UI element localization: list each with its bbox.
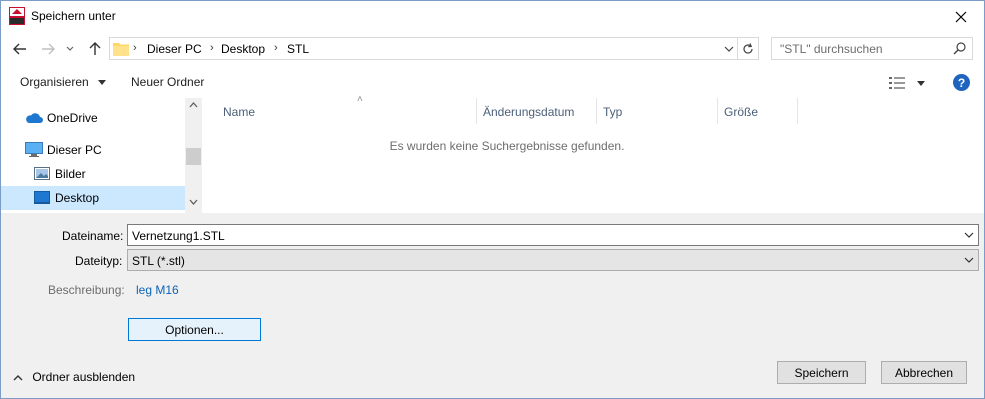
organize-label: Organisieren <box>20 75 89 89</box>
close-button[interactable] <box>938 1 984 32</box>
chevron-up-icon <box>13 375 23 381</box>
chevron-down-icon <box>66 46 74 51</box>
search-icon[interactable] <box>953 42 966 55</box>
hide-folders-label: Ordner ausblenden <box>32 370 136 384</box>
details-view-icon <box>889 77 905 89</box>
scroll-up-icon[interactable] <box>189 102 198 108</box>
scroll-down-icon[interactable] <box>189 199 198 205</box>
filetype-value: STL (*.stl) <box>132 254 185 268</box>
nav-item-label: Bilder <box>55 167 86 181</box>
arrow-left-icon <box>13 43 26 55</box>
close-icon <box>955 11 967 22</box>
save-form-panel: Dateiname: Vernetzung1.STL Dateityp: STL… <box>1 213 984 398</box>
address-bar[interactable]: › Dieser PC › Desktop › STL <box>109 37 759 60</box>
back-button[interactable] <box>9 38 31 60</box>
cloud-icon <box>26 113 43 123</box>
breadcrumb-separator[interactable]: › <box>210 42 214 54</box>
desktop-icon <box>34 191 50 204</box>
refresh-button[interactable] <box>737 38 758 59</box>
filetype-label: Dateityp: <box>75 254 123 268</box>
new-folder-label: Neuer Ordner <box>131 75 205 89</box>
nav-item-bilder[interactable]: Bilder <box>1 162 185 186</box>
nav-item-label: Dieser PC <box>47 143 102 157</box>
organize-menu-button[interactable]: Organisieren <box>20 75 107 89</box>
caret-down-icon <box>98 80 107 86</box>
computer-icon <box>25 142 43 157</box>
cancel-button[interactable]: Abbrechen <box>881 361 967 384</box>
change-view-button[interactable] <box>887 73 929 93</box>
filename-value: Vernetzung1.STL <box>132 229 225 243</box>
column-header-size[interactable]: Größe <box>718 98 798 124</box>
recent-locations-button[interactable] <box>63 38 77 60</box>
nav-item-label: Desktop <box>55 191 100 205</box>
arrow-up-icon <box>89 42 101 55</box>
column-header-name[interactable]: ˄ Name <box>217 94 477 124</box>
breadcrumb-separator[interactable]: › <box>274 42 278 54</box>
search-input[interactable]: "STL" durchsuchen <box>771 37 973 60</box>
nav-scrollbar[interactable] <box>185 98 202 213</box>
new-folder-button[interactable]: Neuer Ordner <box>131 75 204 89</box>
column-header-label: Name <box>223 105 256 119</box>
empty-results-message: Es wurden keine Suchergebnisse gefunden. <box>389 139 625 153</box>
app-icon <box>9 7 25 25</box>
title-bar[interactable]: Speichern unter <box>1 1 984 32</box>
window-title: Speichern unter <box>31 9 116 23</box>
filename-label: Dateiname: <box>62 229 124 243</box>
search-placeholder: "STL" durchsuchen <box>780 42 883 56</box>
refresh-icon <box>743 42 753 54</box>
navigation-row: › Dieser PC › Desktop › STL "STL" durchs… <box>1 34 984 64</box>
sort-ascending-icon: ˄ <box>357 94 363 105</box>
forward-button[interactable] <box>37 38 59 60</box>
chevron-down-icon[interactable] <box>963 228 975 242</box>
navigation-pane: OneDrive Dieser PC Bilder Desktop <box>1 98 202 213</box>
column-header-date[interactable]: Änderungsdatum <box>477 98 597 124</box>
hide-folders-button[interactable]: Ordner ausblenden <box>13 370 135 384</box>
save-as-dialog: Speichern unter › Dieser PC › Desktop › … <box>0 0 985 399</box>
nav-item-onedrive[interactable]: OneDrive <box>1 106 185 130</box>
folder-icon <box>113 43 129 56</box>
description-value[interactable]: leg M16 <box>136 283 179 297</box>
breadcrumb-separator[interactable]: › <box>133 42 137 54</box>
column-header-label: Typ <box>603 105 623 119</box>
breadcrumb-desktop[interactable]: Desktop <box>221 42 265 56</box>
pictures-icon <box>34 167 50 180</box>
caret-down-icon <box>917 81 925 86</box>
column-header-type[interactable]: Typ <box>597 98 718 124</box>
breadcrumb-dieser-pc[interactable]: Dieser PC <box>147 42 202 56</box>
nav-item-desktop[interactable]: Desktop <box>1 186 185 210</box>
filename-field[interactable]: Vernetzung1.STL <box>127 224 979 246</box>
column-header-label: Änderungsdatum <box>483 105 575 119</box>
file-list[interactable]: ˄ Name Änderungsdatum Typ Größe Es wurde… <box>203 94 984 213</box>
nav-item-label: OneDrive <box>47 111 98 125</box>
options-button[interactable]: Optionen... <box>128 318 261 341</box>
save-button[interactable]: Speichern <box>777 361 866 384</box>
address-dropdown-button[interactable] <box>722 38 736 59</box>
description-label: Beschreibung: <box>48 283 125 297</box>
column-header-label: Größe <box>724 105 759 119</box>
filetype-select[interactable]: STL (*.stl) <box>127 249 979 271</box>
arrow-right-icon <box>42 43 55 55</box>
help-button[interactable]: ? <box>953 74 970 91</box>
chevron-down-icon <box>964 257 974 263</box>
up-button[interactable] <box>84 38 106 60</box>
breadcrumb-stl[interactable]: STL <box>287 42 309 56</box>
command-toolbar: Organisieren Neuer Ordner ? <box>1 67 984 98</box>
chevron-down-icon <box>724 46 734 52</box>
